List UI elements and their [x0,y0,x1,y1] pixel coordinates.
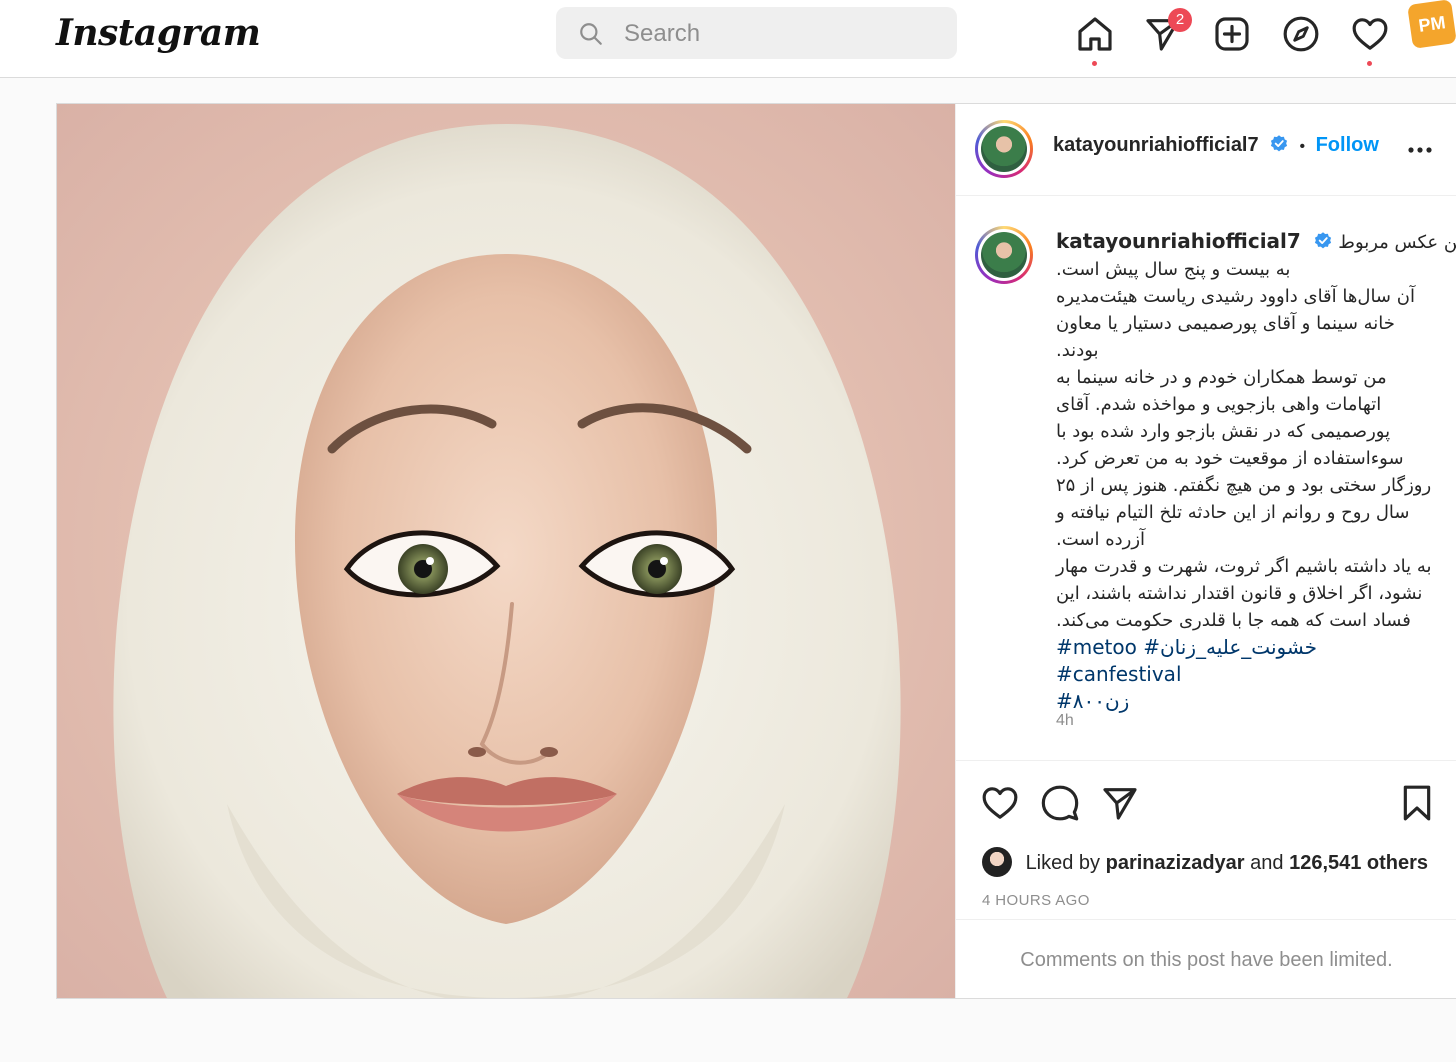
comments-limited-notice: Comments on this post have been limited. [956,919,1456,1000]
caption-text: .به بیست و پنج سال پیش است [1056,259,1291,280]
search-icon [580,23,602,45]
search-bar[interactable] [556,7,957,59]
caption-time: 4h [1056,712,1074,729]
search-input[interactable] [622,17,936,51]
caption-text: .فساد است که همه جا با قلدری حکومت می‌کن… [1056,610,1411,631]
author-row: katayounriahiofficial7 • Follow [1053,134,1379,157]
follow-button[interactable]: Follow [1316,134,1379,156]
post-photo[interactable] [57,104,955,998]
home-button[interactable] [1075,14,1115,54]
caption-text: آن سال‌ها آقای داوود رشیدی ریاست هیئت‌مد… [1056,286,1415,307]
activity-button[interactable] [1350,14,1390,54]
liker-avatar[interactable] [982,847,1012,877]
instagram-logo[interactable]: Instagram [56,12,261,54]
caption-text: .آزرده است [1056,529,1146,550]
author-username[interactable]: katayounriahiofficial7 [1053,134,1259,156]
caption-text: این عکس مربوط [1338,232,1456,253]
home-icon [1078,17,1112,51]
comment-icon [1041,785,1079,821]
activity-heart-icon [1352,18,1388,50]
caption-verified-badge-icon [1314,232,1331,249]
home-activity-dot [1092,61,1097,66]
like-button[interactable] [980,783,1020,823]
more-options-icon [1408,147,1432,153]
liked-by-username[interactable]: parinazizadyar [1106,852,1245,874]
caption-text: .بودند [1056,340,1099,361]
share-icon [1103,788,1137,820]
caption-author-avatar[interactable] [975,226,1033,284]
caption-text: روزگار سختی بود و من هیچ نگفتم. هنوز پس … [1056,475,1432,496]
caption-text: اتهامات واهی بازجویی و مواخذه شدم. آقای [1056,394,1382,415]
pm-watermark-logo: PM [1407,0,1456,49]
post-timestamp[interactable]: 4 HOURS AGO [982,892,1090,909]
explore-icon [1283,16,1319,52]
caption-hashtags[interactable]: #۸۰۰زن [1056,688,1441,715]
caption-text: نشود، اگر اخلاق و قانون اقتدار نداشته با… [1056,583,1423,604]
caption-text: سال روح و روانم از این حادثه تلخ التیام … [1056,502,1410,523]
verified-badge-icon [1270,135,1288,152]
separator-dot: • [1299,138,1306,155]
new-post-icon [1215,17,1249,51]
caption-text: خانه سینما و آقای پورصمیمی دستیار یا معا… [1056,313,1395,334]
liked-by-prefix: Liked by [1025,852,1101,874]
post-header: katayounriahiofficial7 • Follow [956,104,1456,196]
portrait-photo [113,124,901,998]
post-side-panel: katayounriahiofficial7 • Follow katayoun… [955,104,1456,998]
top-navigation-bar: Instagram 2 [0,0,1456,78]
post-actions-section: Liked by parinazizadyar and 126,541 othe… [956,760,1456,999]
save-bookmark-icon [1403,785,1431,821]
caption-first-line: katayounriahiofficial7 این عکس مربوط [1056,228,1456,256]
explore-button[interactable] [1281,14,1321,54]
liked-by-and: and [1250,852,1284,874]
messages-badge: 2 [1168,8,1192,32]
caption-text: پورصمیمی که در نقش بازجو وارد شده بود با [1056,421,1391,442]
likes-count[interactable]: 126,541 others [1289,852,1428,874]
author-avatar[interactable] [975,120,1033,178]
caption-text: .سوءاستفاده از موقعیت خود به من تعرض کرد [1056,448,1404,469]
post-caption: katayounriahiofficial7 این عکس مربوط .به… [1056,228,1456,715]
share-button[interactable] [1100,783,1140,823]
comment-button[interactable] [1040,783,1080,823]
like-heart-icon [982,787,1018,819]
new-post-button[interactable] [1212,14,1252,54]
liked-by-row: Liked by parinazizadyar and 126,541 othe… [982,847,1428,877]
more-options-button[interactable] [1405,134,1435,164]
activity-dot [1367,61,1372,66]
caption-text: من توسط همکاران خودم و در خانه سینما به [1056,367,1387,388]
caption-text: به یاد داشته باشیم اگر ثروت، شهرت و قدرت… [1056,556,1432,577]
caption-hashtags[interactable]: #metoo #خشونت_علیه_زنان #canfestival [1056,634,1441,688]
post-card: katayounriahiofficial7 • Follow katayoun… [56,103,1456,999]
caption-username[interactable]: katayounriahiofficial7 [1056,229,1301,253]
save-button[interactable] [1397,783,1437,823]
